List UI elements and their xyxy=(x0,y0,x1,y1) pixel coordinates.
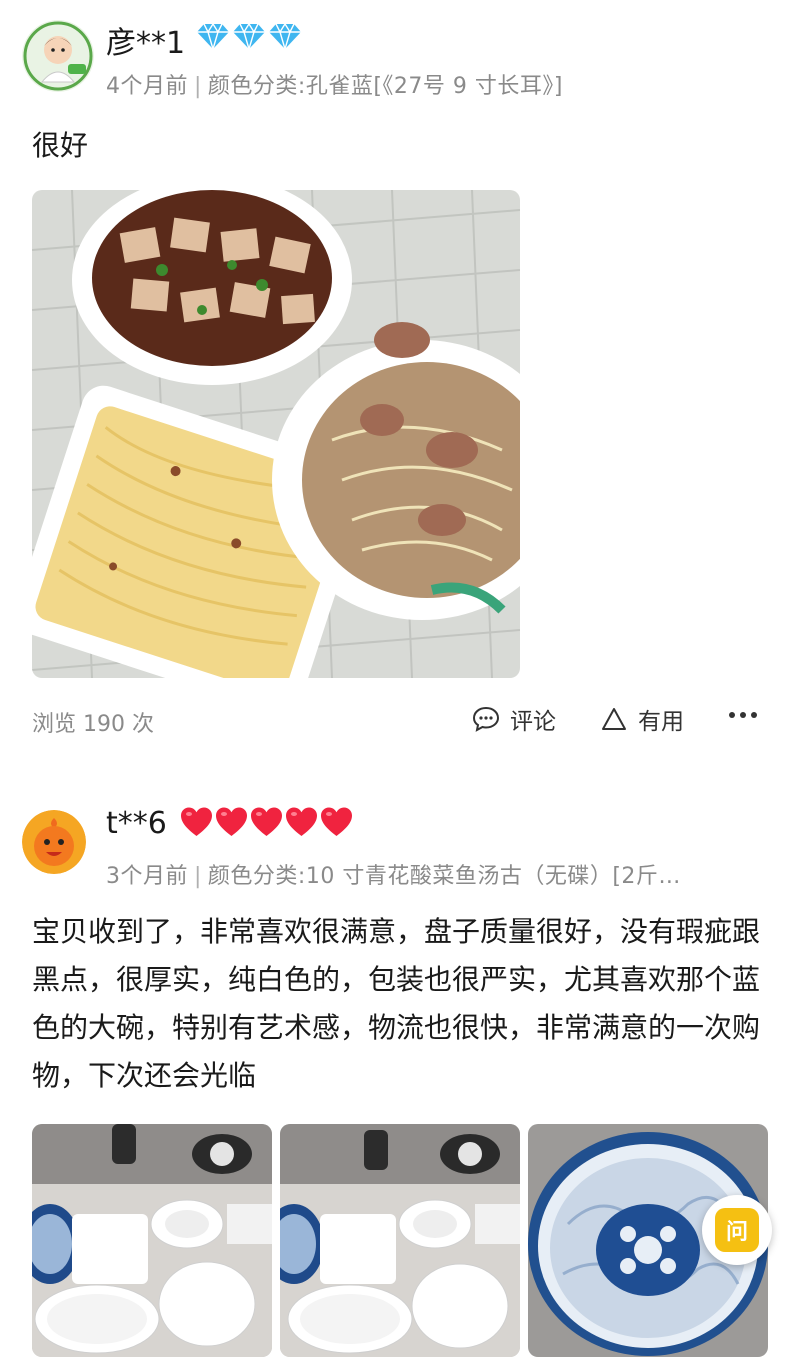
diamond-icon xyxy=(269,22,301,50)
review-sku: 颜色分类:孔雀蓝[《27号 9 寸长耳》] xyxy=(207,74,563,99)
more-dots-icon xyxy=(729,712,757,718)
useful-button[interactable]: 有用 xyxy=(600,702,684,736)
review-actions: 浏览 190 次 评论 有用 xyxy=(32,702,768,742)
comment-label: 评论 xyxy=(510,709,556,735)
review-time: 3个月前 xyxy=(106,864,188,889)
level-badges xyxy=(180,806,353,838)
review-photo[interactable] xyxy=(280,1124,520,1357)
heart-icon xyxy=(181,807,212,836)
useful-label: 有用 xyxy=(638,709,684,735)
diamond-icon xyxy=(233,22,265,50)
heart-icon xyxy=(251,807,282,836)
review-time: 4个月前 xyxy=(106,74,188,99)
heart-icon xyxy=(286,807,317,836)
review-text: 宝贝收到了，非常喜欢很满意，盘子质量很好，没有瑕疵跟黑点，很厚实，纯白色的，包装… xyxy=(32,915,761,1092)
review-meta: 3个月前 | 颜色分类:10 寸青花酸菜鱼汤古（无碟）[2斤… xyxy=(106,864,681,889)
comment-icon xyxy=(472,706,500,732)
ask-button[interactable]: 问 xyxy=(702,1195,772,1265)
ask-icon: 问 xyxy=(715,1208,759,1252)
level-badges xyxy=(196,22,302,50)
review-photo[interactable] xyxy=(32,1124,272,1357)
view-count: 浏览 190 次 xyxy=(32,712,154,737)
more-button[interactable] xyxy=(728,708,768,722)
avatar[interactable] xyxy=(22,810,86,874)
comment-button[interactable]: 评论 xyxy=(472,702,556,736)
heart-icon xyxy=(321,807,352,836)
username[interactable]: 彦**1 xyxy=(106,18,185,62)
review-meta: 4个月前 | 颜色分类:孔雀蓝[《27号 9 寸长耳》] xyxy=(106,74,563,99)
heart-icon xyxy=(216,807,247,836)
review-sku: 颜色分类:10 寸青花酸菜鱼汤古（无碟）[2斤… xyxy=(207,864,681,889)
diamond-icon xyxy=(197,22,229,50)
username[interactable]: t**6 xyxy=(106,806,167,841)
review-text: 很好 xyxy=(32,129,89,162)
triangle-up-icon xyxy=(602,708,626,730)
review-photo[interactable] xyxy=(32,190,520,678)
avatar[interactable] xyxy=(22,20,94,92)
